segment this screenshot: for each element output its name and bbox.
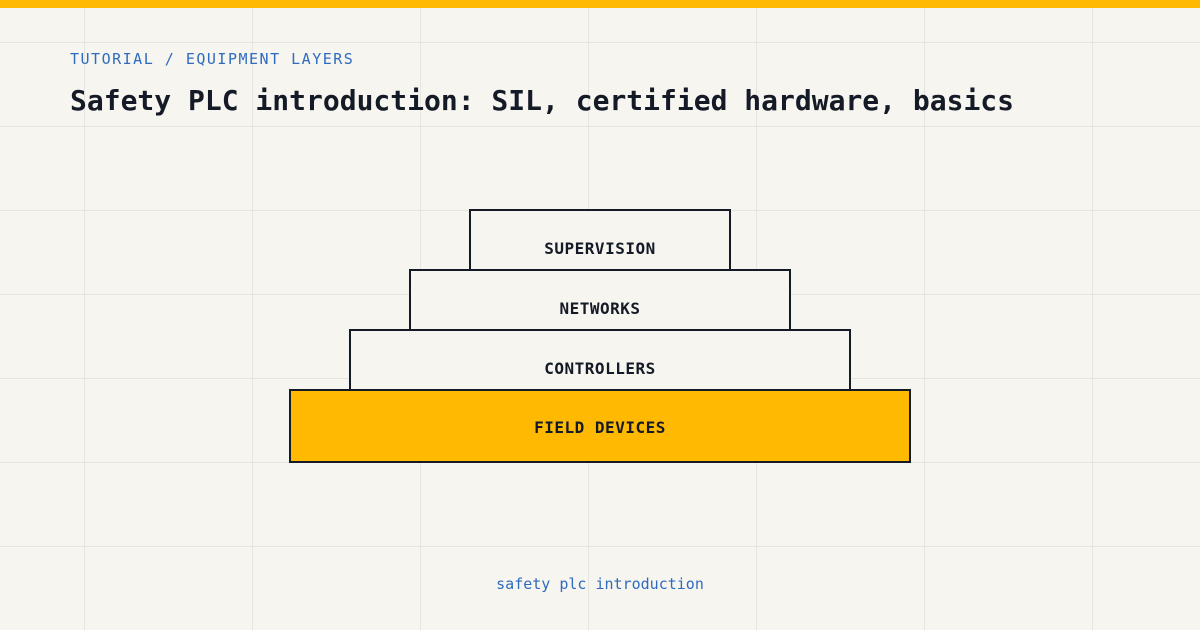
page-title: Safety PLC introduction: SIL, certified … xyxy=(70,84,1015,117)
layer-label: FIELD DEVICES xyxy=(534,417,666,437)
layer-label: NETWORKS xyxy=(559,298,641,318)
layer-label: CONTROLLERS xyxy=(544,358,656,378)
layer-field-devices: FIELD DEVICES xyxy=(289,389,911,463)
layer-networks: NETWORKS xyxy=(409,269,791,331)
accent-top-bar xyxy=(0,0,1200,8)
layer-supervision: SUPERVISION xyxy=(469,209,731,271)
breadcrumb: TUTORIAL / EQUIPMENT LAYERS xyxy=(70,50,355,68)
layer-controllers: CONTROLLERS xyxy=(349,329,851,391)
layer-label: SUPERVISION xyxy=(544,238,656,258)
footer-caption: safety plc introduction xyxy=(496,575,704,593)
